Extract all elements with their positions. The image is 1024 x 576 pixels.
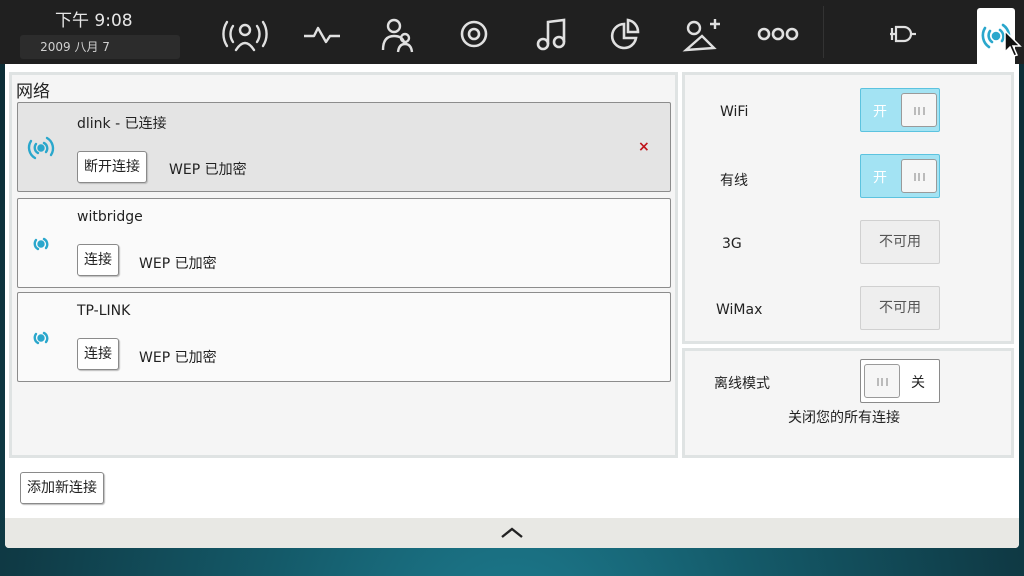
broadcast-person-icon[interactable]: [219, 12, 271, 56]
add-connection-button[interactable]: 添加新连接: [20, 472, 104, 504]
toggle-state: 关: [911, 375, 925, 391]
network-name: dlink - 已连接: [77, 116, 167, 132]
wimax-toggle: 不可用: [860, 286, 940, 330]
collapse-bar[interactable]: [5, 518, 1019, 548]
toggle-knob[interactable]: [901, 159, 937, 193]
users-icon[interactable]: [372, 12, 424, 56]
connector-icon[interactable]: [876, 12, 928, 56]
offline-mode-box: 离线模式 关 关闭您的所有连接: [682, 348, 1014, 458]
wifi-label: WiFi: [720, 104, 749, 120]
pie-chart-icon[interactable]: [600, 12, 652, 56]
network-list-box: 网络 dlink - 已连接 断开连接 WEP 已加密 × witbridge …: [9, 72, 678, 458]
chevron-up-icon[interactable]: [499, 526, 525, 540]
network-item-witbridge[interactable]: witbridge 连接 WEP 已加密: [17, 198, 671, 288]
wired-label: 有线: [720, 173, 748, 189]
wifi-toggle[interactable]: 开: [860, 88, 940, 132]
topbar-separator: [823, 6, 824, 58]
network-title: 网络: [16, 82, 50, 102]
clock-time[interactable]: 下午 9:08: [55, 6, 133, 31]
network-name: TP-LINK: [77, 303, 131, 319]
pulse-icon[interactable]: [296, 12, 348, 56]
toggle-knob[interactable]: [864, 364, 900, 398]
wimax-label: WiMax: [716, 302, 763, 318]
security-label: WEP 已加密: [139, 256, 217, 272]
clock-date: 2009 八月 7: [20, 35, 180, 59]
wifi-strong-icon: [27, 136, 55, 160]
mouse-cursor: [1004, 30, 1022, 57]
security-label: WEP 已加密: [169, 162, 247, 178]
offline-mode-toggle[interactable]: 关: [860, 359, 940, 403]
network-panel: 网络 dlink - 已连接 断开连接 WEP 已加密 × witbridge …: [5, 64, 1019, 548]
3g-label: 3G: [722, 236, 742, 252]
music-icon[interactable]: [524, 12, 576, 56]
wired-toggle[interactable]: 开: [860, 154, 940, 198]
remove-network-icon[interactable]: ×: [638, 139, 650, 155]
connect-button[interactable]: 连接: [77, 244, 119, 276]
toggle-state: 开: [873, 104, 887, 120]
disconnect-button[interactable]: 断开连接: [77, 151, 147, 183]
three-dots-icon[interactable]: [752, 12, 804, 56]
connect-button[interactable]: 连接: [77, 338, 119, 370]
network-item-dlink[interactable]: dlink - 已连接 断开连接 WEP 已加密 ×: [17, 102, 671, 192]
network-item-tplink[interactable]: TP-LINK 连接 WEP 已加密: [17, 292, 671, 382]
wifi-weak-icon: [33, 237, 49, 251]
offline-mode-label: 离线模式: [714, 376, 770, 392]
3g-toggle: 不可用: [860, 220, 940, 264]
offline-mode-description: 关闭您的所有连接: [788, 410, 900, 426]
toggle-knob[interactable]: [901, 93, 937, 127]
target-icon[interactable]: [448, 12, 500, 56]
security-label: WEP 已加密: [139, 350, 217, 366]
connection-settings-box: WiFi 开 有线 开 3G 不可用 WiMax 不可用: [682, 72, 1014, 344]
toggle-state: 开: [873, 170, 887, 186]
network-name: witbridge: [77, 209, 143, 225]
top-panel: 下午 9:08 2009 八月 7: [0, 0, 1024, 66]
wifi-weak-icon: [33, 331, 49, 345]
add-person-icon[interactable]: [676, 12, 728, 56]
